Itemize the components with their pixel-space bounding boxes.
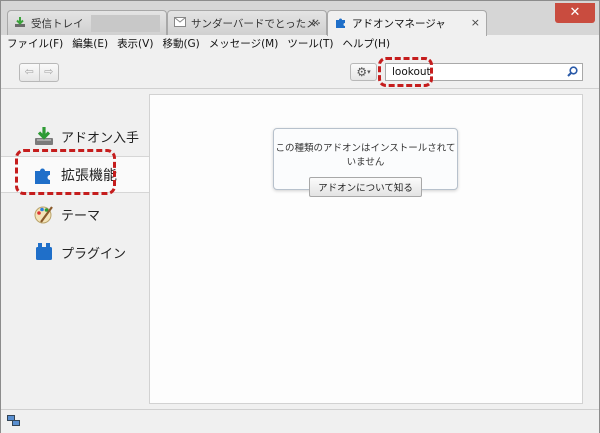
menu-help[interactable]: ヘルプ(H) [342,36,390,51]
tab-inbox[interactable]: 受信トレイ - [7,10,167,35]
category-plugins[interactable]: プラグイン [1,235,149,269]
menu-go[interactable]: 移動(G) [162,36,199,51]
addon-list-pane: この種類のアドオンはインストールされていません アドオンについて知る [149,94,583,404]
puzzle-icon [334,16,347,32]
empty-notice: この種類のアドオンはインストールされていません アドオンについて知る [273,128,458,197]
back-button[interactable]: ⇦ [20,64,40,81]
get-addons-icon [33,125,55,147]
menu-file[interactable]: ファイル(F) [7,36,63,51]
search-icon[interactable] [567,66,578,80]
tab-strip: 受信トレイ - サンダーバードでとったメール ... × アドオンマネージャ ×… [1,1,599,36]
extensions-highlight-annotation [15,149,116,195]
app-window: 受信トレイ - サンダーバードでとったメール ... × アドオンマネージャ ×… [0,0,600,433]
themes-brush-icon [33,203,55,225]
tab-mail[interactable]: サンダーバードでとったメール ... × [167,10,327,35]
menu-tools[interactable]: ツール(T) [287,36,333,51]
category-label: プラグイン [61,246,127,262]
empty-notice-message: この種類のアドオンはインストールされていません [275,143,456,168]
category-label: テーマ [61,208,101,224]
learn-more-button[interactable]: アドオンについて知る [309,177,422,197]
mail-icon [174,16,186,30]
tab-label: 受信トレイ - [31,17,87,30]
tab-close-icon[interactable]: × [471,16,480,29]
category-list: アドオン入手 拡張機能 テーマ プラグイン [1,89,149,409]
tab-label: サンダーバードでとったメール ... [191,17,320,30]
menu-bar: ファイル(F) 編集(E) 表示(V) 移動(G) メッセージ(M) ツール(T… [1,35,599,52]
tools-gear-button[interactable]: ⚙▾ [350,63,377,81]
chevron-down-icon: ▾ [367,68,371,76]
menu-message[interactable]: メッセージ(M) [209,36,279,51]
plugins-block-icon [33,241,55,263]
window-close-button[interactable]: ✕ [555,3,595,23]
redacted-area [90,14,160,32]
toolbar: ⇦ ⇨ ⚙▾ [1,52,599,89]
addon-manager-content: アドオン入手 拡張機能 テーマ プラグイン この種類のアドオンはインストールされ… [1,89,599,409]
tab-label: アドオンマネージャ [352,18,446,30]
tab-close-icon[interactable]: × [311,16,320,29]
online-status-icon[interactable] [7,415,20,430]
menu-view[interactable]: 表示(V) [117,36,153,51]
search-highlight-annotation [378,57,433,87]
tab-addon-manager[interactable]: アドオンマネージャ × [327,10,487,36]
nav-buttons: ⇦ ⇨ [19,63,59,82]
forward-button[interactable]: ⇨ [40,64,59,81]
gear-icon: ⚙ [356,65,368,79]
category-get-addons[interactable]: アドオン入手 [1,119,149,153]
menu-edit[interactable]: 編集(E) [72,36,108,51]
status-bar [1,409,599,433]
category-themes[interactable]: テーマ [1,197,149,231]
category-label: アドオン入手 [61,130,140,146]
download-icon [14,16,26,31]
